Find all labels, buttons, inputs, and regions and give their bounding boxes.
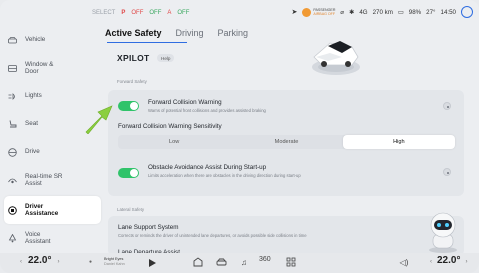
camera-off-icon: ⌀	[340, 8, 345, 16]
lateral-safety-label: Lateral Safety	[117, 207, 145, 212]
location-icon: ●	[89, 259, 93, 265]
sidebar-item-driver-assistance[interactable]: Driver Assistance	[4, 196, 101, 224]
lss-description: Corrects or reminds the driver of uninte…	[118, 233, 307, 238]
car-illustration	[308, 27, 364, 79]
temp-down-left-icon[interactable]: ‹	[20, 259, 22, 265]
fcw-toggle[interactable]	[118, 101, 139, 111]
sidebar-item-vehicle[interactable]: Vehicle	[4, 26, 101, 54]
battery-label: 98%	[408, 8, 422, 16]
auto-hold-indicator: A	[167, 10, 172, 16]
music-icon[interactable]: ♫	[238, 256, 250, 268]
song-title: Bright Eyes	[104, 257, 124, 261]
song-artist: Daniel Kahn	[104, 261, 125, 266]
sensitivity-low[interactable]: Low	[118, 135, 230, 149]
passenger-climate-control[interactable]: ‹ 22.0° ›	[430, 255, 467, 266]
sidebar-item-label: Drive	[25, 148, 40, 156]
temp-up-right-icon[interactable]: ›	[465, 259, 467, 265]
sidebar-item-label: Driver Assistance	[25, 202, 59, 218]
sidebar-item-label: Seat	[25, 120, 38, 128]
tab-parking[interactable]: Parking	[218, 28, 249, 38]
now-playing[interactable]: Bright Eyes Daniel Kahn	[104, 257, 125, 266]
oaa-title: Obstacle Avoidance Assist During Start-u…	[148, 164, 267, 171]
car-icon	[8, 36, 17, 45]
app-grid-icon[interactable]	[285, 256, 297, 268]
sidebar-item-drive[interactable]: Drive	[4, 138, 101, 166]
tab-active-safety[interactable]: Active Safety	[105, 28, 162, 38]
window-icon	[8, 64, 17, 73]
range-label: 270 km	[372, 8, 393, 16]
sidebar-item-label: Lights	[25, 92, 42, 100]
passenger-temp: 22.0°	[437, 255, 461, 266]
lateral-safety-card: Lane Support System Corrects or reminds …	[108, 216, 464, 256]
sidebar-item-sr-assist[interactable]: Real-time SR Assist	[4, 166, 101, 194]
assistant-button[interactable]	[461, 6, 473, 18]
sidebar-item-voice-assistant[interactable]: Voice Assistant	[4, 224, 101, 252]
tab-driving[interactable]: Driving	[176, 28, 204, 38]
forward-safety-label: Forward Safety	[117, 79, 147, 84]
sidebar-item-label: Vehicle	[25, 36, 46, 44]
outside-temp-label: 27°	[426, 8, 436, 16]
active-tab-indicator	[107, 42, 187, 44]
lights-off-indicator: OFF	[149, 10, 162, 16]
help-button[interactable]: Help	[157, 54, 175, 62]
battery-icon: ▭	[397, 8, 404, 16]
driver-assist-icon	[8, 205, 17, 215]
sr-assist-icon	[8, 176, 17, 185]
driver-temp: 22.0°	[28, 255, 52, 266]
play-icon[interactable]	[149, 259, 156, 267]
navigation-icon[interactable]: ➤	[291, 8, 297, 16]
pointer-arrow	[82, 102, 114, 135]
voice-icon	[8, 233, 17, 243]
bluetooth-icon: ✱	[349, 8, 355, 16]
toggle-knob	[130, 102, 138, 110]
parking-indicator: P	[121, 10, 126, 16]
temp-up-left-icon[interactable]: ›	[57, 259, 59, 265]
airbag-icon	[302, 7, 312, 17]
passenger-airbag-badge: PASSENGER AIRBAG OFF	[302, 7, 336, 17]
sensitivity-moderate[interactable]: Moderate	[230, 135, 342, 149]
sensitivity-selector: Low Moderate High	[118, 135, 455, 149]
sidebar-item-label: Voice Assistant	[25, 230, 51, 246]
status-right: ➤ PASSENGER AIRBAG OFF ⌀ ✱ 4G 270 km ▭ 9…	[291, 6, 473, 18]
steering-icon	[8, 147, 17, 157]
forward-safety-card: Forward Collision Warning Warns of poten…	[108, 90, 464, 196]
tab-bar: Active Safety Driving Parking	[105, 28, 248, 38]
screen: SELECT P OFF OFF A OFF ➤ PASSENGER AIRBA…	[0, 0, 479, 273]
temp-down-right-icon[interactable]: ‹	[430, 259, 432, 265]
oaa-info-icon[interactable]	[443, 168, 451, 176]
select-indicator: SELECT	[92, 10, 116, 16]
sidebar-item-label: Real-time SR Assist	[25, 172, 63, 188]
assist-off-indicator: OFF	[177, 10, 190, 16]
seat-icon	[8, 120, 17, 129]
time-label: 14:50	[440, 8, 456, 16]
home-icon[interactable]	[192, 256, 204, 268]
esp-off-indicator: OFF	[131, 10, 144, 16]
sidebar-item-label: Window & Door	[25, 60, 54, 76]
airbag-line2: AIRBAG OFF	[313, 12, 336, 16]
sensitivity-label: Forward Collision Warning Sensitivity	[118, 123, 222, 130]
fcw-info-icon[interactable]	[443, 102, 451, 110]
oaa-toggle[interactable]	[118, 168, 139, 178]
robot-mascot[interactable]	[420, 208, 466, 254]
view-360-button[interactable]: 360	[259, 256, 271, 263]
fcw-description: Warns of potential front collisions and …	[148, 108, 266, 113]
fcw-title: Forward Collision Warning	[148, 99, 222, 106]
lss-title: Lane Support System	[118, 224, 179, 231]
driver-climate-control[interactable]: ‹ 22.0° ›	[20, 255, 59, 266]
oaa-description: Limits acceleration when there are obsta…	[148, 173, 301, 178]
car-control-icon[interactable]	[215, 256, 227, 268]
toggle-knob	[130, 169, 138, 177]
volume-icon[interactable]: ◁)	[398, 256, 410, 268]
sensitivity-high[interactable]: High	[342, 135, 455, 149]
sidebar-item-window-door[interactable]: Window & Door	[4, 54, 101, 82]
signal-label: 4G	[359, 8, 368, 16]
page-title: XPILOT	[117, 53, 150, 63]
settings-sidebar: Vehicle Window & Door Lights Seat Drive	[0, 24, 101, 254]
status-indicators: SELECT P OFF OFF A OFF	[92, 8, 189, 18]
light-icon	[8, 92, 17, 101]
